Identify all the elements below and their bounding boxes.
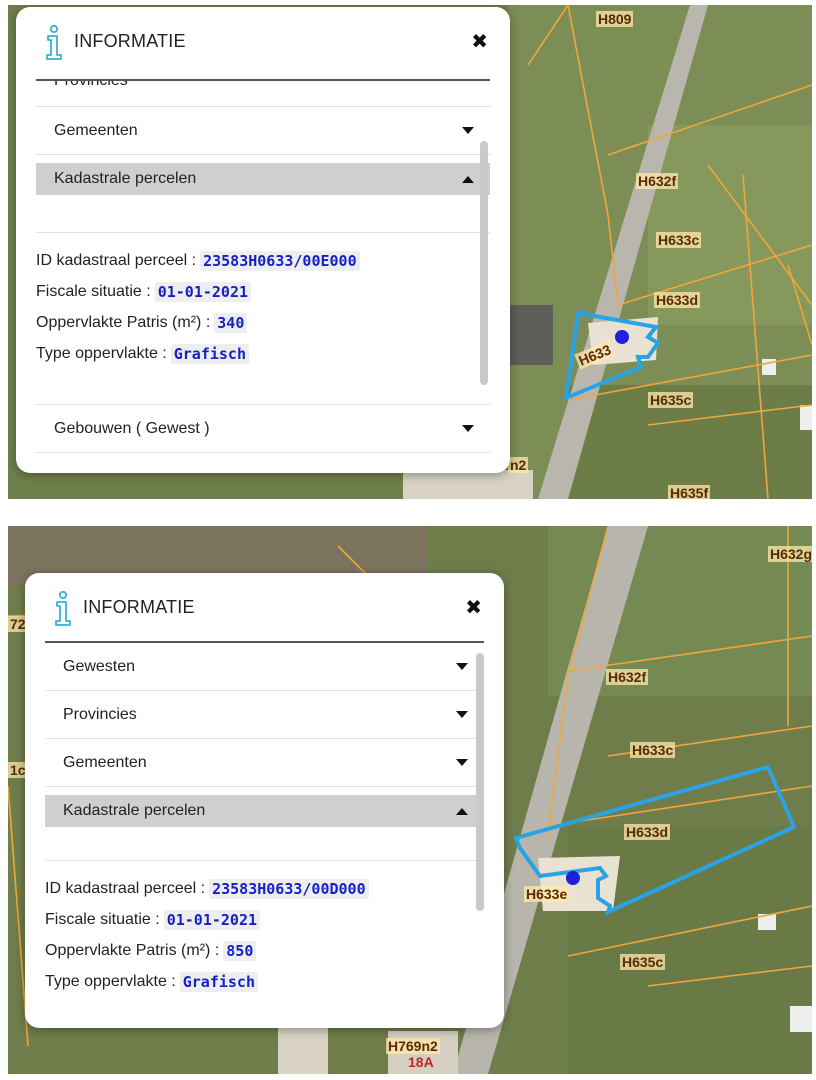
parcel-label: H635c [620,954,666,970]
detail-label: ID kadastraal perceel : [36,251,197,269]
detail-value: 01-01-2021 [163,909,261,930]
info-icon [55,591,71,626]
parcel-label: H633d [654,292,701,308]
parcel-details: ID kadastraal perceel : 23583H0633/00D00… [45,861,484,997]
accordion-label: Provincies [54,81,128,90]
parcel-label: H632g [768,546,812,562]
detail-row-type: Type oppervlakte : Grafisch [45,966,484,997]
scrollbar[interactable] [480,83,488,473]
accordion-spacer [45,827,484,861]
detail-row-id: ID kadastraal perceel : 23583H0633/00D00… [45,873,484,904]
panel-header: INFORMATIE ✖ [25,573,504,645]
detail-label: Oppervlakte Patris (m²) : [45,941,220,959]
accordion-label: Kadastrale percelen [63,802,206,819]
scrollbar-thumb[interactable] [476,653,484,911]
accordion-item-gemeenten[interactable]: Gemeenten [36,107,490,155]
detail-row-area: Oppervlakte Patris (m²) : 850 [45,935,484,966]
accordion-label: Gemeenten [63,753,147,771]
close-button[interactable]: ✖ [465,595,482,619]
detail-value: 01-01-2021 [154,281,252,302]
parcel-label: H769n2 [386,1038,440,1054]
accordion-label: Gemeenten [54,121,138,139]
parcel-label: H633d [624,824,671,840]
information-panel: INFORMATIE ✖ Provincies Gemeenten Kadast… [16,7,510,473]
panel-title: INFORMATIE [74,31,186,51]
parcel-label: n2 [508,457,529,473]
accordion-item-kadastrale-percelen[interactable]: Kadastrale percelen [45,795,484,827]
accordion-item-cut[interactable]: Provincies [36,81,490,107]
scrollbar[interactable] [476,653,484,1028]
detail-label: Fiscale situatie : [36,282,151,300]
chevron-up-icon [456,807,468,815]
accordion-label: Gewesten [63,657,136,675]
accordion-item-gewesten[interactable]: Gewesten [45,643,484,691]
detail-value: 340 [214,312,248,333]
detail-label: Fiscale situatie : [45,910,160,928]
detail-row-area: Oppervlakte Patris (m²) : 340 [36,307,490,338]
parcel-details: ID kadastraal perceel : 23583H0633/00E00… [36,233,490,405]
detail-label: Type oppervlakte : [36,344,167,362]
chevron-down-icon [456,663,468,670]
parcel-label: H635c [648,392,694,408]
detail-value: 23583H0633/00E000 [200,250,360,271]
detail-row-fiscal: Fiscale situatie : 01-01-2021 [36,276,490,307]
chevron-down-icon [462,425,474,432]
detail-value: Grafisch [170,343,249,364]
parcel-label: H632f [606,669,649,685]
accordion-label: Provincies [63,705,137,723]
detail-row-type: Type oppervlakte : Grafisch [36,338,490,369]
info-icon [46,25,62,60]
detail-row-fiscal: Fiscale situatie : 01-01-2021 [45,904,484,935]
accordion-item-gemeenten[interactable]: Gemeenten [45,739,484,787]
panel-header: INFORMATIE ✖ [16,7,510,79]
accordion-item-gebouwen[interactable]: Gebouwen ( Gewest ) [36,405,490,453]
parcel-label: H809 [596,11,634,27]
parcel-label: H633c [630,742,676,758]
accordion-list: Provincies Gemeenten Kadastrale percelen… [36,81,490,473]
detail-label: Type oppervlakte : [45,972,176,990]
detail-label: Oppervlakte Patris (m²) : [36,313,211,331]
accordion-item-provincies[interactable]: Provincies [45,691,484,739]
chevron-down-icon [462,127,474,134]
top-screenshot: H809 H632f H633c H633d H633 H635c H635f … [8,5,812,499]
chevron-down-icon [456,711,468,718]
chevron-down-icon [456,759,468,766]
parcel-label: H632f [636,173,679,189]
close-button[interactable]: ✖ [471,29,488,53]
parcel-label: H633c [656,232,702,248]
detail-value: 23583H0633/00D000 [209,878,369,899]
accordion-spacer [36,195,490,233]
accordion-item-kadastrale-percelen[interactable]: Kadastrale percelen [36,163,490,195]
bottom-screenshot: H632g H632f H633c H633d H633e H635c H769… [8,526,812,1074]
accordion-label: Kadastrale percelen [54,170,197,187]
scrollbar-thumb[interactable] [480,141,488,385]
detail-value: Grafisch [179,971,258,992]
parcel-label: H635f [668,485,711,499]
house-number-label: 18A [408,1054,434,1070]
detail-row-id: ID kadastraal perceel : 23583H0633/00E00… [36,245,490,276]
panel-title: INFORMATIE [83,597,195,617]
information-panel: INFORMATIE ✖ Gewesten Provincies Gemeent… [25,573,504,1028]
chevron-up-icon [462,175,474,183]
parcel-label: H633e [524,886,570,902]
detail-label: ID kadastraal perceel : [45,879,206,897]
accordion-label: Gebouwen ( Gewest ) [54,419,210,437]
accordion-list: Gewesten Provincies Gemeenten Kadastrale… [45,643,484,1028]
detail-value: 850 [223,940,257,961]
